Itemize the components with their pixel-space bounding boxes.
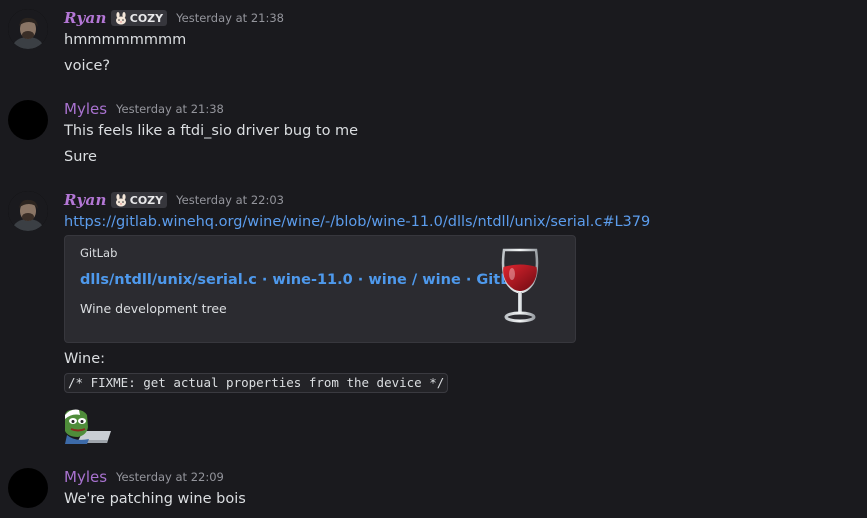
embed-provider[interactable]: GitLab [80, 246, 117, 260]
message-header: Myles Yesterday at 21:38 [64, 99, 224, 119]
inline-code: /* FIXME: get actual properties from the… [64, 373, 449, 393]
message-text: We're patching wine bois [64, 491, 246, 507]
username[interactable]: Myles [64, 468, 107, 486]
guild-tag[interactable]: COZY [110, 192, 168, 208]
timestamp[interactable]: Yesterday at 22:09 [116, 470, 224, 484]
avatar[interactable] [8, 191, 48, 231]
guild-tag-label: COZY [129, 193, 164, 207]
pepe-laptop-emoji[interactable] [63, 409, 111, 445]
message-text: This feels like a ftdi_sio driver bug to… [64, 123, 359, 139]
message-link: https://gitlab.winehq.org/wine/wine/-/bl… [64, 212, 650, 232]
guild-tag[interactable]: COZY [110, 10, 168, 26]
message-header: Ryan COZY Yesterday at 21:38 [64, 8, 284, 28]
bunny-icon [114, 11, 128, 25]
timestamp[interactable]: Yesterday at 21:38 [176, 11, 284, 25]
avatar[interactable] [8, 9, 48, 49]
embed-title[interactable]: dlls/ntdll/unix/serial.c · wine-11.0 · w… [80, 272, 530, 288]
username[interactable]: Ryan [64, 191, 107, 209]
username[interactable]: Ryan [64, 9, 107, 27]
guild-tag-label: COZY [129, 11, 164, 25]
link-embed: GitLab dlls/ntdll/unix/serial.c · wine-1… [64, 235, 576, 343]
gitlab-link[interactable]: https://gitlab.winehq.org/wine/wine/-/bl… [64, 214, 650, 230]
wine-glass-icon[interactable] [498, 247, 542, 323]
message-header: Myles Yesterday at 22:09 [64, 467, 224, 487]
message-header: Ryan COZY Yesterday at 22:03 [64, 190, 284, 210]
message-text: hmmmmmmmm [64, 32, 187, 48]
username[interactable]: Myles [64, 100, 107, 118]
message-text: Sure [64, 149, 97, 165]
timestamp[interactable]: Yesterday at 21:38 [116, 102, 224, 116]
message-text: Wine: [64, 351, 106, 367]
embed-description: Wine development tree [80, 301, 227, 316]
timestamp[interactable]: Yesterday at 22:03 [176, 193, 284, 207]
bunny-icon [114, 193, 128, 207]
avatar[interactable] [8, 468, 48, 508]
message-text: voice? [64, 58, 111, 74]
chat-messages: Ryan COZY Yesterday at 21:38 hmmmmmmmm v… [0, 0, 867, 518]
avatar[interactable] [8, 100, 48, 140]
